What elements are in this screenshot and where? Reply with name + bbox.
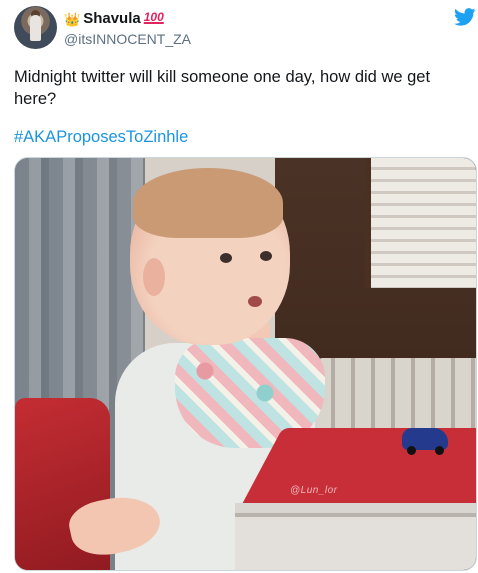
media-child-hair (133, 168, 283, 238)
tweet-media-image[interactable]: @Lun_lor (14, 157, 477, 571)
hashtag-link[interactable]: #AKAProposesToZinhle (14, 126, 188, 148)
author-name-row[interactable]: 👑 Shavula 100 (64, 10, 164, 28)
avatar-figure-body (30, 15, 41, 41)
media-child-ear (143, 258, 165, 296)
media-child-eye-right (260, 251, 272, 261)
media-window-blinds (365, 158, 476, 288)
media-toy-car-wheel (435, 446, 444, 455)
crown-emoji-icon: 👑 (64, 11, 81, 27)
media-table-edge (235, 503, 476, 570)
avatar[interactable] (14, 6, 57, 49)
twitter-bird-icon[interactable] (454, 8, 476, 26)
media-child-mouth (248, 296, 262, 307)
media-toy-car-wheel (407, 446, 416, 455)
hundred-points-emoji-icon: 100 (143, 10, 164, 24)
media-child-eye-left (220, 253, 232, 263)
media-watermark: @Lun_lor (290, 485, 338, 496)
display-name[interactable]: Shavula (83, 10, 141, 28)
tweet-text: Midnight twitter will kill someone one d… (14, 68, 435, 108)
user-handle[interactable]: @itsINNOCENT_ZA (64, 31, 191, 47)
tweet-card[interactable]: 👑 Shavula 100 @itsINNOCENT_ZA Midnight t… (0, 0, 478, 573)
